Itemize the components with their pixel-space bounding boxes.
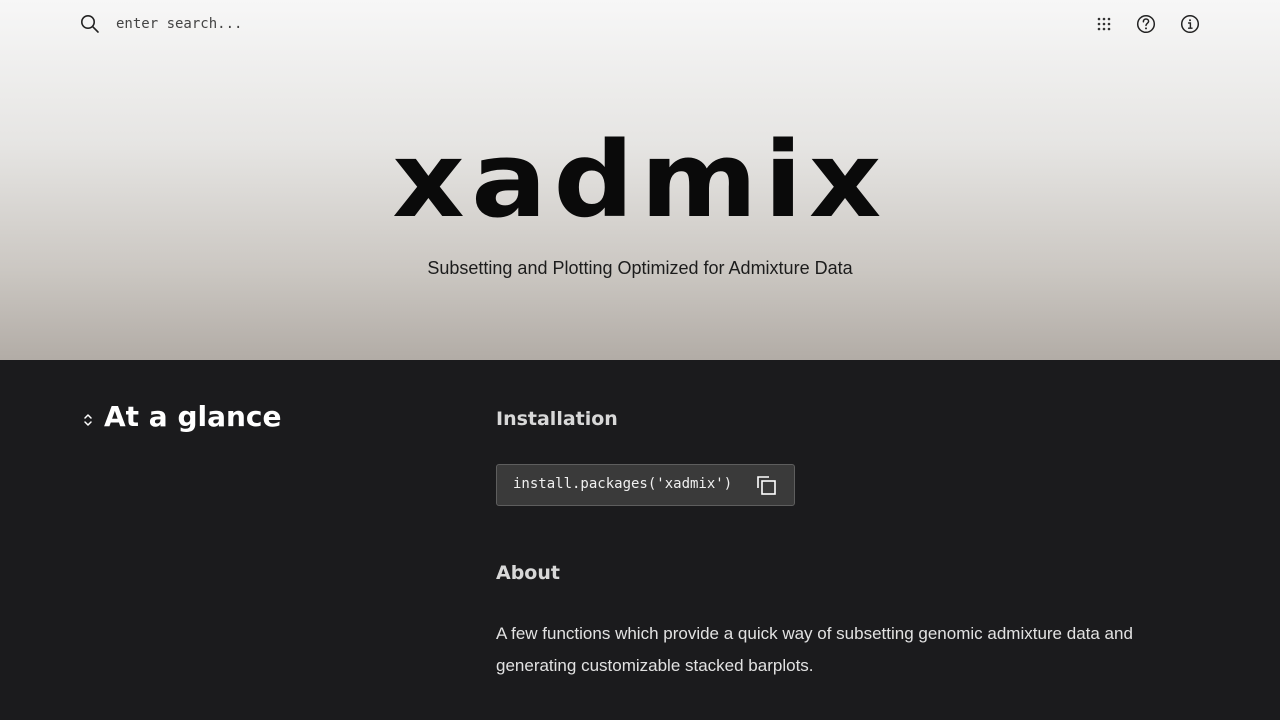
- page: xadmix Subsetting and Plotting Optimized…: [0, 0, 1280, 720]
- about-heading: About: [496, 562, 560, 584]
- help-icon[interactable]: [1136, 14, 1156, 34]
- expand-collapse-icon[interactable]: [82, 412, 94, 428]
- install-code-block: install.packages('xadmix'): [496, 464, 795, 506]
- site-subtitle: Subsetting and Plotting Optimized for Ad…: [427, 258, 853, 278]
- at-a-glance-heading: At a glance: [104, 400, 282, 433]
- install-code: install.packages('xadmix'): [513, 476, 733, 492]
- search-input[interactable]: [108, 12, 424, 36]
- installation-heading: Installation: [496, 408, 618, 430]
- site-title: xadmix: [392, 119, 888, 241]
- copy-icon[interactable]: [755, 474, 779, 498]
- at-a-glance-section: At a glance Installation install.package…: [0, 360, 1280, 720]
- hero-banner: xadmix Subsetting and Plotting Optimized…: [0, 0, 1280, 360]
- top-bar: [0, 0, 1280, 48]
- info-icon[interactable]: [1180, 14, 1200, 34]
- search-icon[interactable]: [80, 14, 100, 34]
- grid-icon[interactable]: [1094, 14, 1114, 34]
- about-description: A few functions which provide a quick wa…: [496, 624, 1133, 675]
